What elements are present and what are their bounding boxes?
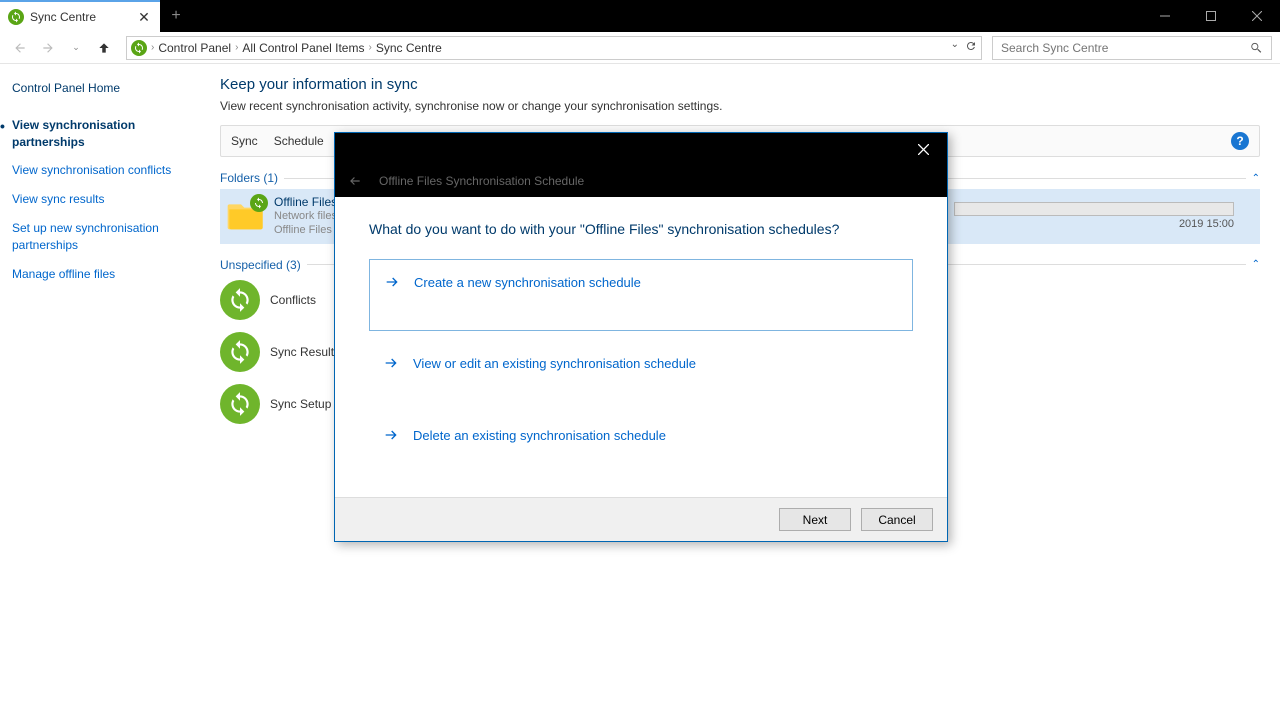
new-tab-button[interactable]: + <box>160 0 192 32</box>
group-label: Folders (1) <box>220 171 278 185</box>
nav-forward-icon[interactable] <box>36 36 60 60</box>
search-input[interactable] <box>1001 41 1249 55</box>
dialog-titlebar <box>335 133 947 165</box>
breadcrumb[interactable]: Sync Centre <box>376 41 442 55</box>
sidebar-item-results[interactable]: View sync results <box>12 191 188 208</box>
offline-files-name: Offline Files <box>274 195 341 209</box>
tab-title: Sync Centre <box>30 10 130 24</box>
chevron-right-icon[interactable]: › <box>235 42 238 53</box>
sync-centre-icon <box>131 40 147 56</box>
option-label: Create a new synchronisation schedule <box>414 275 641 290</box>
address-bar[interactable]: › Control Panel › All Control Panel Item… <box>126 36 982 60</box>
sync-icon <box>220 280 260 320</box>
next-button[interactable]: Next <box>779 508 851 531</box>
chevron-right-icon[interactable]: › <box>368 42 371 53</box>
option-label: View or edit an existing synchronisation… <box>413 356 696 371</box>
sidebar-item-home[interactable]: Control Panel Home <box>12 80 188 97</box>
titlebar: Sync Centre ✕ + <box>0 0 1280 32</box>
page-title: Keep your information in sync <box>220 76 1260 93</box>
chevron-up-icon[interactable]: ⌃ <box>1252 173 1260 184</box>
maximize-button[interactable] <box>1188 0 1234 32</box>
folder-icon <box>226 196 266 236</box>
sync-icon <box>220 384 260 424</box>
minimize-button[interactable] <box>1142 0 1188 32</box>
dialog-back-button[interactable] <box>345 171 365 191</box>
sync-icon <box>220 332 260 372</box>
arrow-right-icon <box>384 274 400 290</box>
help-icon[interactable]: ? <box>1231 132 1249 150</box>
breadcrumb[interactable]: All Control Panel Items <box>242 41 364 55</box>
navbar: ⌄ › Control Panel › All Control Panel It… <box>0 32 1280 64</box>
option-label: Delete an existing synchronisation sched… <box>413 428 666 443</box>
offline-files-line3: Offline Files a <box>274 223 341 237</box>
item-label: Conflicts <box>270 293 316 307</box>
sidebar-item-partnerships[interactable]: View synchronisation partnerships <box>12 117 188 151</box>
item-label: Sync Setup <box>270 397 331 411</box>
window-tab[interactable]: Sync Centre ✕ <box>0 0 160 32</box>
sidebar-item-conflicts[interactable]: View synchronisation conflicts <box>12 162 188 179</box>
group-label: Unspecified (3) <box>220 258 301 272</box>
dialog-header: Offline Files Synchronisation Schedule <box>335 165 947 197</box>
page-description: View recent synchronisation activity, sy… <box>220 99 1260 113</box>
sidebar-item-setup[interactable]: Set up new synchronisation partnerships <box>12 220 188 254</box>
nav-back-icon[interactable] <box>8 36 32 60</box>
progress-bar <box>954 202 1234 216</box>
search-icon <box>1249 41 1263 55</box>
item-label: Sync Results <box>270 345 340 359</box>
offline-files-line2: Network files <box>274 209 341 223</box>
schedule-dialog: Offline Files Synchronisation Schedule W… <box>334 132 948 542</box>
dialog-question: What do you want to do with your "Offlin… <box>369 221 913 237</box>
breadcrumb[interactable]: Control Panel <box>158 41 231 55</box>
option-view-edit-schedule[interactable]: View or edit an existing synchronisation… <box>369 341 913 385</box>
arrow-right-icon <box>383 355 399 371</box>
option-create-schedule[interactable]: Create a new synchronisation schedule <box>369 259 913 331</box>
progress-text: 2019 15:00 <box>954 218 1234 230</box>
nav-up-icon[interactable] <box>92 36 116 60</box>
chevron-right-icon[interactable]: › <box>151 42 154 53</box>
search-box[interactable] <box>992 36 1272 60</box>
tab-close-icon[interactable]: ✕ <box>136 9 152 26</box>
close-button[interactable] <box>1234 0 1280 32</box>
tab-schedule[interactable]: Schedule <box>274 134 324 148</box>
sync-centre-icon <box>8 9 24 25</box>
sidebar: Control Panel Home View synchronisation … <box>0 64 200 720</box>
chevron-up-icon[interactable]: ⌃ <box>1252 259 1260 270</box>
cancel-button[interactable]: Cancel <box>861 508 933 531</box>
chevron-down-icon[interactable]: ⌄ <box>951 39 959 57</box>
dialog-footer: Next Cancel <box>335 497 947 541</box>
refresh-icon[interactable] <box>965 39 977 57</box>
dialog-subtitle: Offline Files Synchronisation Schedule <box>379 174 584 188</box>
dialog-close-button[interactable] <box>907 137 939 161</box>
sidebar-item-offline[interactable]: Manage offline files <box>12 266 188 283</box>
tab-sync[interactable]: Sync <box>231 134 258 148</box>
arrow-right-icon <box>383 427 399 443</box>
nav-recent-icon[interactable]: ⌄ <box>64 36 88 60</box>
option-delete-schedule[interactable]: Delete an existing synchronisation sched… <box>369 413 913 457</box>
